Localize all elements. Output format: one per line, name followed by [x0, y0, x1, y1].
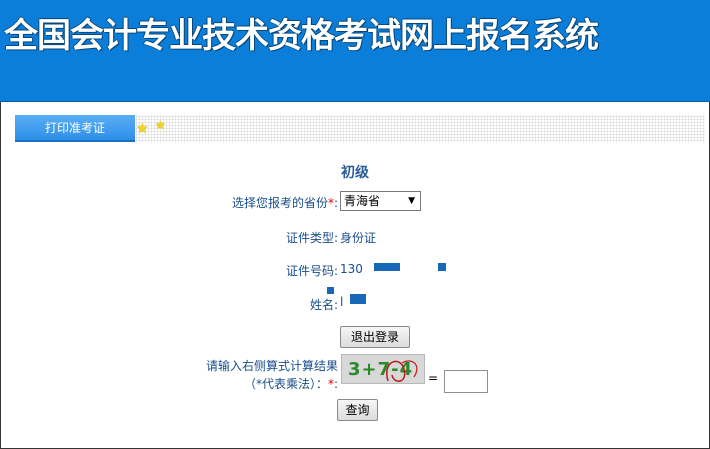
captcha-label-line2-text: （*代表乘法）： [243, 377, 328, 391]
redaction-block [327, 287, 334, 294]
captcha-answer-input[interactable] [444, 370, 488, 393]
name-label: 姓名: [309, 298, 338, 312]
id-number-label: 证件号码: [285, 264, 338, 278]
tab-print-admission-ticket[interactable]: 打印准考证 [15, 115, 135, 142]
exam-level-heading: 初级 [341, 165, 369, 181]
province-select[interactable]: 青海省 ▼ [340, 191, 421, 211]
province-label-colon: : [333, 196, 338, 210]
logout-button[interactable]: 退出登录 [340, 326, 410, 348]
star-icon: ★ [155, 118, 166, 132]
captcha-image[interactable]: 3+7-4 [341, 354, 425, 384]
query-button[interactable]: 查询 [337, 399, 378, 421]
captcha-noise-icon [386, 360, 418, 382]
redaction-block [438, 263, 446, 271]
equals-sign: = [428, 371, 439, 385]
captcha-label-line2: （*代表乘法）：*: [200, 375, 338, 392]
id-number-value: 130 [340, 262, 363, 276]
redaction-block [374, 263, 400, 271]
name-value: l [340, 295, 344, 309]
star-icon: ★ [136, 121, 149, 137]
dropdown-arrow-icon: ▼ [408, 196, 415, 206]
tab-bar: 打印准考证 [15, 115, 705, 142]
captcha-label-line1: 请输入右侧算式计算结果 [205, 359, 338, 373]
province-select-value: 青海省 [344, 194, 381, 208]
redaction-block [350, 294, 366, 304]
province-label-text: 选择您报考的省份 [231, 196, 328, 210]
site-title: 全国会计专业技术资格考试网上报名系统 [4, 16, 599, 56]
id-type-value: 身份证 [340, 231, 377, 245]
id-type-label: 证件类型: [285, 231, 338, 245]
captcha-label-colon: : [333, 377, 338, 391]
site-header: 全国会计专业技术资格考试网上报名系统 [0, 0, 710, 102]
province-label: 选择您报考的省份*: [200, 194, 338, 211]
